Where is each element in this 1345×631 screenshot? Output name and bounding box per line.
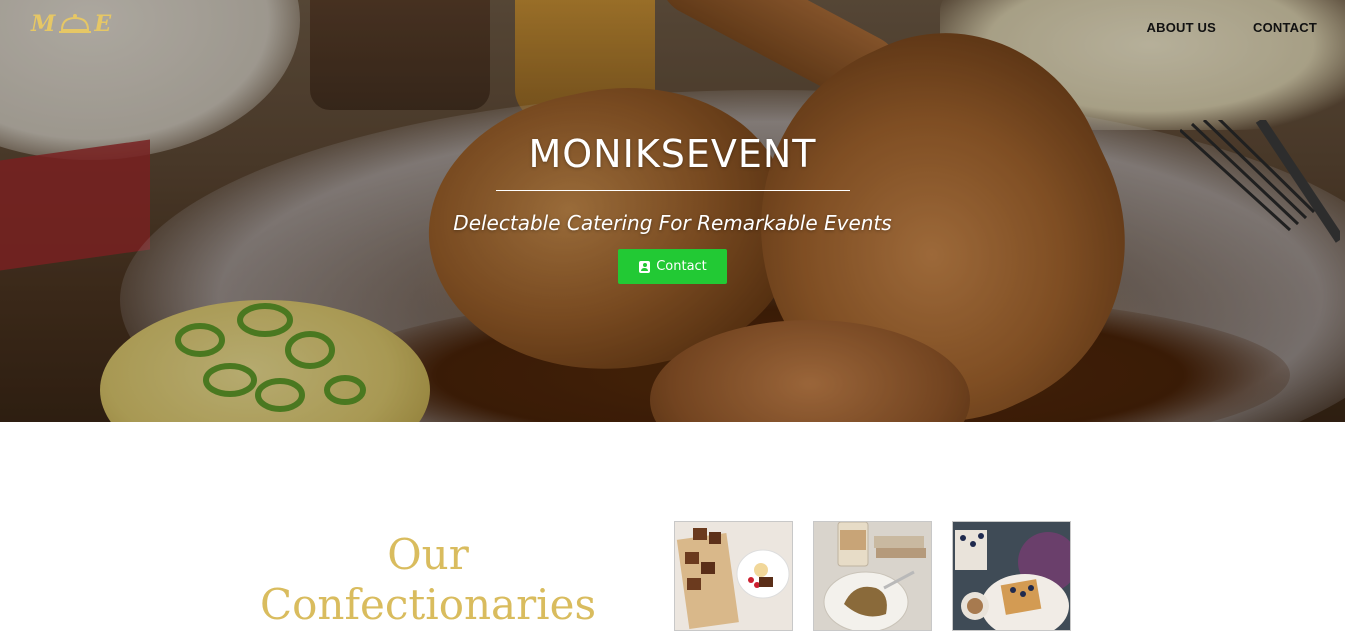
waffles-image bbox=[953, 522, 1070, 630]
nav-about-us[interactable]: ABOUT US bbox=[1147, 20, 1217, 35]
confection-thumbnail-cake-coffee[interactable] bbox=[813, 521, 932, 631]
hero-tagline: Delectable Catering For Remarkable Event… bbox=[453, 211, 892, 235]
confection-thumbnail-brownies[interactable] bbox=[674, 521, 793, 631]
cloche-icon bbox=[59, 14, 92, 33]
hero-title: MONIKSEVENT bbox=[528, 132, 817, 176]
hero-divider bbox=[495, 190, 850, 191]
main-nav: ABOUT US CONTACT bbox=[1147, 20, 1317, 35]
brownies-image bbox=[675, 522, 792, 630]
section-title: Our Confectionaries bbox=[238, 530, 618, 630]
contact-button-label: Contact bbox=[656, 259, 707, 274]
brand-logo[interactable]: M E bbox=[31, 10, 112, 38]
logo-letter-m: M bbox=[31, 11, 57, 37]
hero-content: MONIKSEVENT Delectable Catering For Rema… bbox=[0, 128, 1345, 284]
confection-thumbnail-waffles[interactable] bbox=[952, 521, 1071, 631]
logo-letter-e: E bbox=[94, 11, 113, 37]
contact-card-icon bbox=[639, 260, 651, 273]
cake-coffee-image bbox=[814, 522, 931, 630]
section-title-line1: Our bbox=[387, 530, 469, 579]
contact-button[interactable]: Contact bbox=[618, 249, 727, 284]
section-title-line2: Confectionaries bbox=[260, 580, 596, 629]
nav-contact[interactable]: CONTACT bbox=[1253, 20, 1317, 35]
